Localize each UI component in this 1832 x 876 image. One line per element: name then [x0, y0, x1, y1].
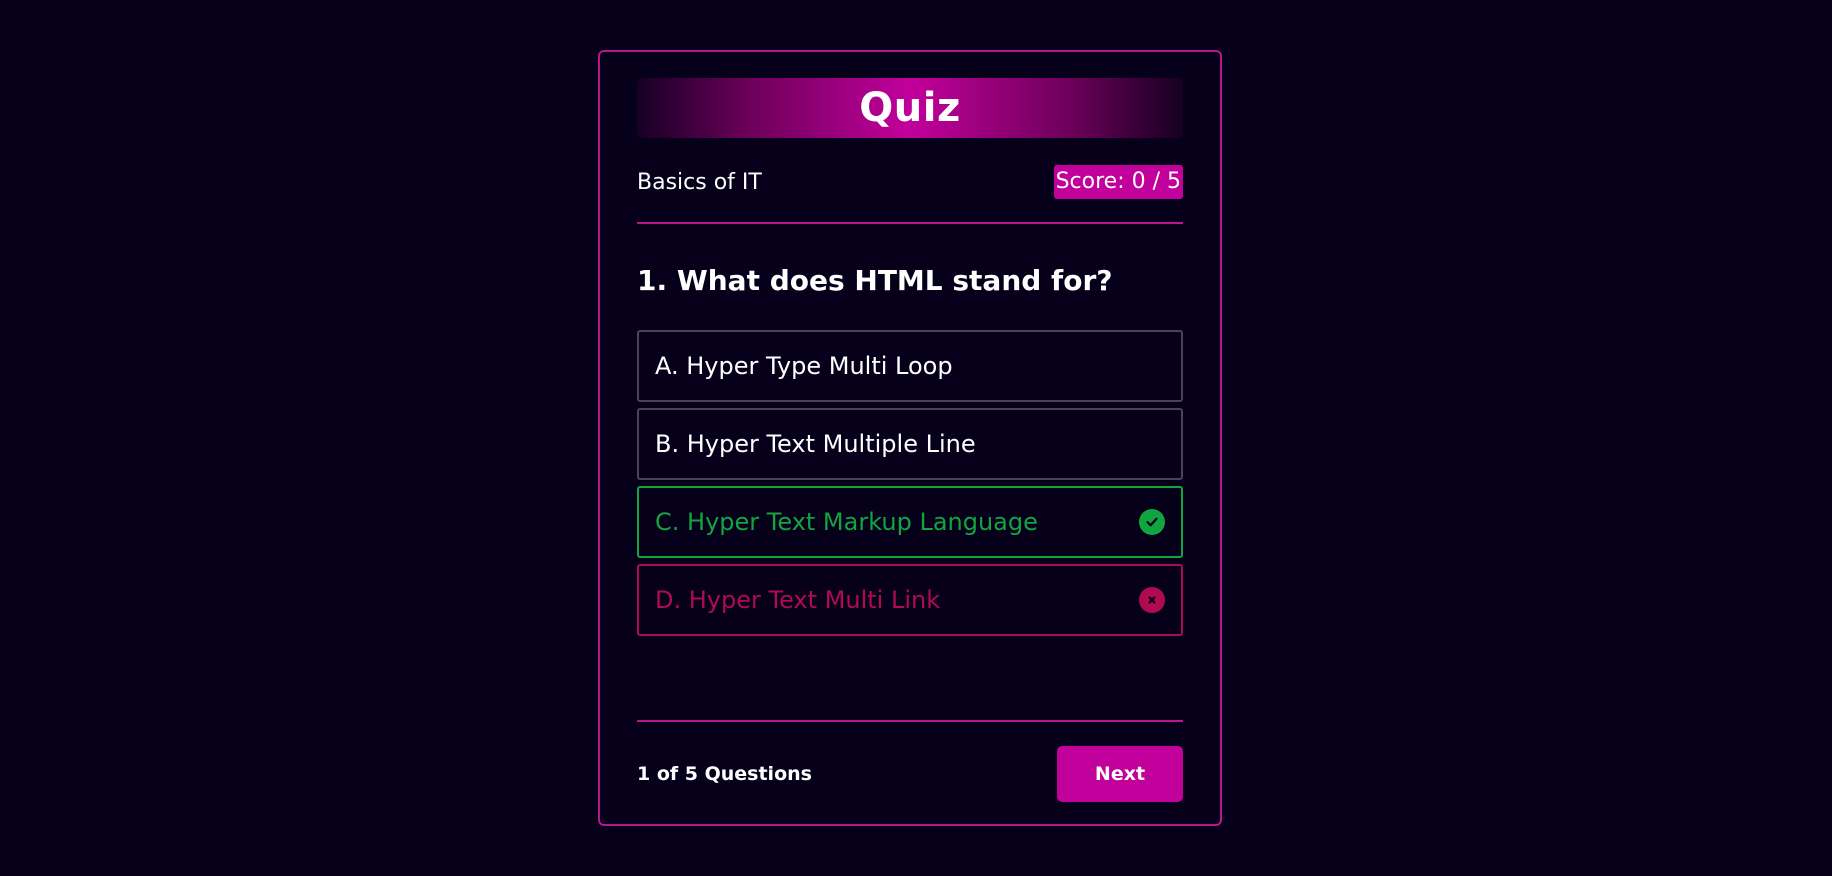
next-button[interactable]: Next [1057, 746, 1183, 802]
x-circle-icon [1139, 587, 1165, 613]
option-b-label: B. Hyper Text Multiple Line [655, 430, 976, 458]
option-d-label: D. Hyper Text Multi Link [655, 586, 941, 614]
quiz-header: Quiz [637, 78, 1183, 138]
option-d[interactable]: D. Hyper Text Multi Link [637, 564, 1183, 636]
score-badge: Score: 0 / 5 [1053, 165, 1183, 199]
option-a[interactable]: A. Hyper Type Multi Loop [637, 330, 1183, 402]
question-progress: 1 of 5 Questions [637, 763, 812, 785]
option-b[interactable]: B. Hyper Text Multiple Line [637, 408, 1183, 480]
header-divider [637, 222, 1183, 224]
quiz-card: Quiz Basics of IT Score: 0 / 5 1. What d… [598, 50, 1222, 826]
option-c-label: C. Hyper Text Markup Language [655, 508, 1038, 536]
check-circle-icon [1139, 509, 1165, 535]
option-c[interactable]: C. Hyper Text Markup Language [637, 486, 1183, 558]
quiz-title: Quiz [859, 85, 961, 131]
quiz-footer: 1 of 5 Questions Next [637, 746, 1183, 802]
option-a-label: A. Hyper Type Multi Loop [655, 352, 953, 380]
footer-divider [637, 720, 1183, 722]
question-text: 1. What does HTML stand for? [637, 264, 1113, 297]
quiz-content: Quiz Basics of IT Score: 0 / 5 1. What d… [637, 52, 1183, 824]
quiz-meta-row: Basics of IT Score: 0 / 5 [637, 163, 1183, 201]
quiz-topic: Basics of IT [637, 169, 762, 195]
